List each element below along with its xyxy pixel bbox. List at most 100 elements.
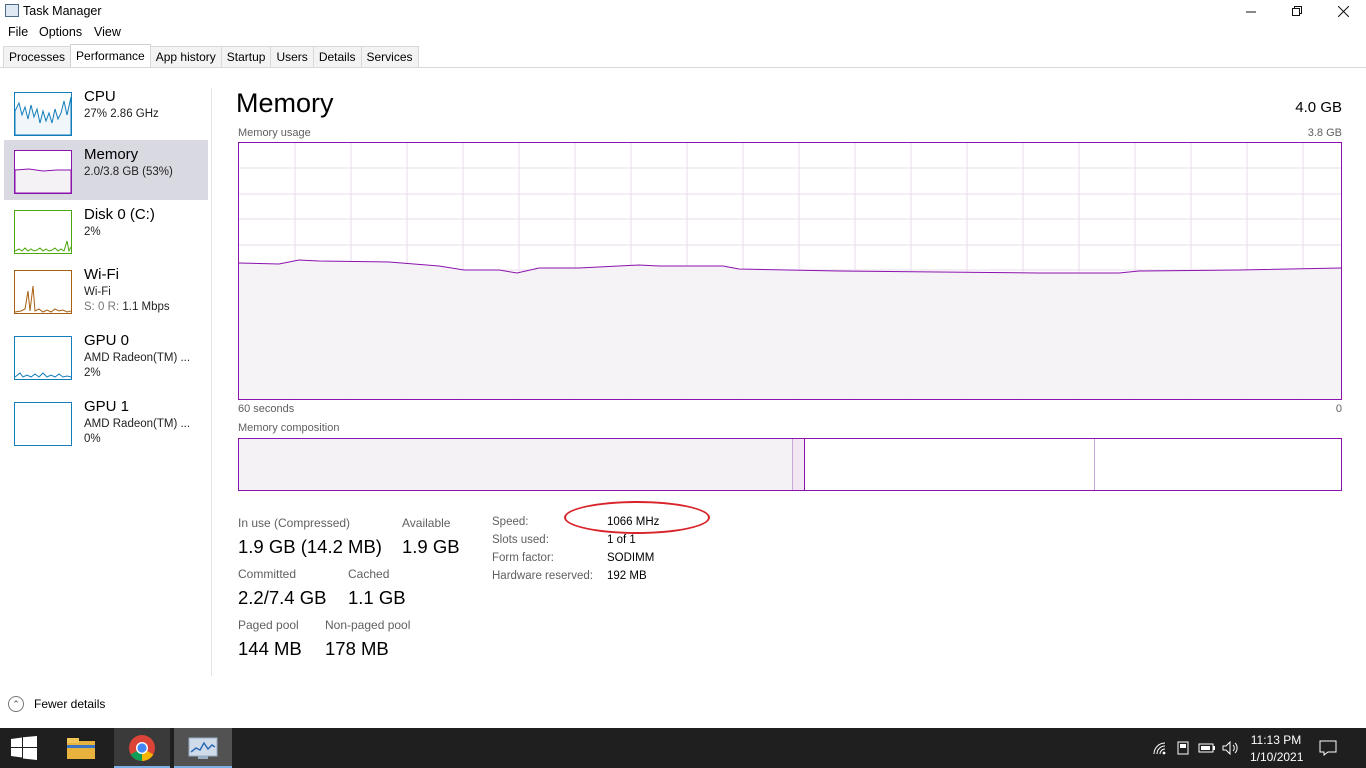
tab-processes[interactable]: Processes <box>3 46 72 67</box>
battery-tray-icon[interactable] <box>1196 728 1218 768</box>
clock-date[interactable]: 1/10/2021 <box>1250 750 1303 764</box>
memory-usage-max: 3.8 GB <box>1307 127 1342 139</box>
storage-tray-icon[interactable] <box>1174 728 1192 768</box>
task-manager-app-icon <box>5 4 19 17</box>
sidebar-cpu-title: CPU <box>84 88 116 105</box>
sidebar-memory-sub: 2.0/3.8 GB (53%) <box>84 166 173 178</box>
wifi-tray-icon[interactable] <box>1150 728 1170 768</box>
composition-in-use-segment[interactable] <box>239 439 792 490</box>
tab-users[interactable]: Users <box>270 46 314 67</box>
sidebar-item-gpu0[interactable]: GPU 0 AMD Radeon(TM) ... 2% <box>4 326 208 386</box>
page-title: Memory <box>236 88 334 118</box>
taskbar-chrome[interactable] <box>114 728 170 768</box>
cpu-thumbnail-graph <box>14 92 72 136</box>
taskbar-file-explorer[interactable] <box>56 728 106 768</box>
hardware-reserved-value: 192 MB <box>607 570 647 582</box>
sidebar-separator <box>211 88 212 676</box>
non-paged-pool-label: Non-paged pool <box>325 618 411 632</box>
available-label: Available <box>402 516 451 530</box>
form-factor-value: SODIMM <box>607 552 655 564</box>
sidebar-cpu-sub: 27% 2.86 GHz <box>84 108 159 120</box>
gpu1-thumbnail-graph <box>14 402 72 446</box>
action-center-button[interactable] <box>1312 728 1344 768</box>
committed-value: 2.2/7.4 GB <box>238 587 327 608</box>
composition-modified-segment[interactable] <box>792 439 805 490</box>
sidebar-item-memory[interactable]: Memory 2.0/3.8 GB (53%) <box>4 140 208 200</box>
sidebar-gpu0-title: GPU 0 <box>84 332 130 349</box>
in-use-label: In use (Compressed) <box>238 516 351 530</box>
menu-file[interactable]: File <box>8 25 28 39</box>
notification-icon <box>1319 740 1337 756</box>
restore-button[interactable] <box>1274 0 1320 23</box>
sidebar-wifi-sub1: Wi-Fi <box>84 286 111 298</box>
cached-label: Cached <box>348 567 390 581</box>
form-factor-label: Form factor: <box>492 552 554 564</box>
sidebar-item-disk[interactable]: Disk 0 (C:) 2% <box>4 200 208 260</box>
slots-used-value: 1 of 1 <box>607 534 636 546</box>
disk-thumbnail-graph <box>14 210 72 254</box>
chevron-up-icon[interactable]: ⌃ <box>8 696 24 712</box>
sidebar-gpu0-sub2: 2% <box>84 367 101 379</box>
hardware-reserved-label: Hardware reserved: <box>492 570 593 582</box>
sidebar-wifi-receive-value: 1.1 Mbps <box>122 301 170 313</box>
cached-value: 1.1 GB <box>348 587 406 608</box>
tab-app-history[interactable]: App history <box>149 46 222 67</box>
tab-details[interactable]: Details <box>312 46 362 67</box>
minimize-icon <box>1245 11 1256 13</box>
paged-pool-value: 144 MB <box>238 638 302 659</box>
tab-performance[interactable]: Performance <box>70 44 151 67</box>
menu-view[interactable]: View <box>94 25 121 39</box>
close-button[interactable] <box>1320 0 1366 23</box>
gpu0-thumbnail-graph <box>14 336 72 380</box>
title-bar <box>0 0 1366 23</box>
chrome-icon <box>129 735 155 762</box>
minimize-button[interactable] <box>1228 0 1274 23</box>
windows-icon <box>11 736 37 760</box>
sidebar-item-gpu1[interactable]: GPU 1 AMD Radeon(TM) ... 0% <box>4 392 208 452</box>
restore-icon <box>1291 6 1302 16</box>
sidebar-item-cpu[interactable]: CPU 27% 2.86 GHz <box>4 82 208 142</box>
non-paged-pool-value: 178 MB <box>325 638 389 659</box>
sidebar-wifi-send-label: S: 0 R: <box>84 301 123 313</box>
graph-x-left-label: 60 seconds <box>238 403 295 415</box>
memory-usage-graph <box>238 142 1342 400</box>
paged-pool-label: Paged pool <box>238 618 299 632</box>
memory-composition-bar <box>238 438 1342 491</box>
window-title: Task Manager <box>23 4 102 18</box>
tab-services[interactable]: Services <box>360 46 419 67</box>
speed-label: Speed: <box>492 516 529 528</box>
clock-time[interactable]: 11:13 PM <box>1250 733 1302 747</box>
wifi-thumbnail-graph <box>14 270 72 314</box>
available-value: 1.9 GB <box>402 536 460 557</box>
memory-total: 4.0 GB <box>1295 99 1342 116</box>
start-button[interactable] <box>0 728 48 768</box>
graph-x-right-label: 0 <box>1335 403 1342 415</box>
sidebar-memory-title: Memory <box>84 146 139 163</box>
sidebar-disk-title: Disk 0 (C:) <box>84 206 155 223</box>
slots-used-label: Slots used: <box>492 534 549 546</box>
taskbar-task-manager[interactable] <box>174 728 232 768</box>
composition-free-segment[interactable] <box>1095 439 1341 490</box>
sidebar-gpu1-sub2: 0% <box>84 433 101 445</box>
memory-thumbnail-graph <box>14 150 72 194</box>
in-use-value: 1.9 GB (14.2 MB) <box>238 536 382 557</box>
memory-composition-label: Memory composition <box>238 422 340 434</box>
sidebar-disk-sub: 2% <box>84 226 101 238</box>
composition-standby-segment[interactable] <box>805 439 1095 490</box>
sidebar-gpu1-sub1: AMD Radeon(TM) ... <box>84 418 191 430</box>
volume-tray-icon[interactable] <box>1220 728 1242 768</box>
committed-label: Committed <box>238 567 297 581</box>
fewer-details-link[interactable]: Fewer details <box>34 697 105 711</box>
sidebar-wifi-title: Wi-Fi <box>84 266 119 283</box>
sidebar-item-wifi[interactable]: Wi-Fi Wi-Fi S: 0 R: 1.1 Mbps <box>4 260 208 320</box>
sidebar-wifi-sub2: S: 0 R: 1.1 Mbps <box>84 301 170 313</box>
sidebar-gpu0-sub1: AMD Radeon(TM) ... <box>84 352 191 364</box>
memory-usage-label: Memory usage <box>238 127 311 139</box>
task-manager-icon <box>188 737 218 759</box>
sidebar-gpu1-title: GPU 1 <box>84 398 130 415</box>
tab-bar: Processes Performance App history Startu… <box>3 44 419 68</box>
menu-options[interactable]: Options <box>39 25 82 39</box>
annotation-circle <box>564 501 710 534</box>
folder-icon <box>67 738 95 759</box>
tab-startup[interactable]: Startup <box>220 46 272 67</box>
